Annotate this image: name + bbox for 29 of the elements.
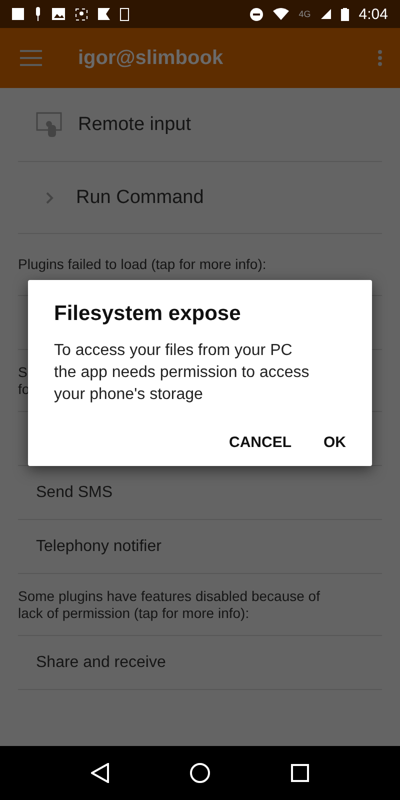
do-not-disturb-icon bbox=[250, 8, 263, 20]
chevron-icon bbox=[46, 192, 54, 204]
network-label: 4G bbox=[298, 9, 311, 19]
plugin-item[interactable]: Telephony notifier bbox=[36, 538, 162, 556]
plugin-item[interactable]: Run Command bbox=[76, 186, 204, 208]
battery-icon bbox=[340, 8, 349, 20]
plugin-item[interactable]: Remote input bbox=[78, 114, 192, 136]
plugin-item[interactable]: Share and receive bbox=[36, 654, 166, 672]
dialog-message: To access your files from your PC the app needs permission to access your phone's storage bbox=[54, 341, 310, 405]
touch-screen-icon bbox=[36, 112, 64, 138]
notification-icon bbox=[12, 8, 24, 20]
section-header: Some plugins have features disabled because of lack of permission (tap for more info): bbox=[18, 588, 320, 622]
phone-icon bbox=[120, 8, 129, 20]
signal-icon bbox=[320, 9, 331, 19]
microphone-icon bbox=[34, 7, 42, 21]
dialog-button[interactable]: CANCEL bbox=[217, 428, 304, 457]
status-time: 4:04 bbox=[358, 6, 388, 22]
image-icon bbox=[52, 8, 65, 20]
screenshot-icon bbox=[75, 8, 88, 20]
home-icon[interactable] bbox=[190, 763, 210, 783]
app-title: igor@slimbook bbox=[78, 46, 224, 70]
wifi-icon bbox=[272, 8, 289, 20]
back-icon[interactable] bbox=[90, 763, 109, 783]
recents-icon[interactable] bbox=[291, 764, 310, 782]
section-header: Plugins failed to load (tap for more info): bbox=[18, 256, 266, 273]
plugin-item[interactable]: Send SMS bbox=[36, 484, 112, 502]
dialog-button[interactable]: OK bbox=[312, 428, 358, 457]
dialog-title: Filesystem expose bbox=[54, 302, 242, 326]
flag-icon bbox=[98, 8, 110, 20]
